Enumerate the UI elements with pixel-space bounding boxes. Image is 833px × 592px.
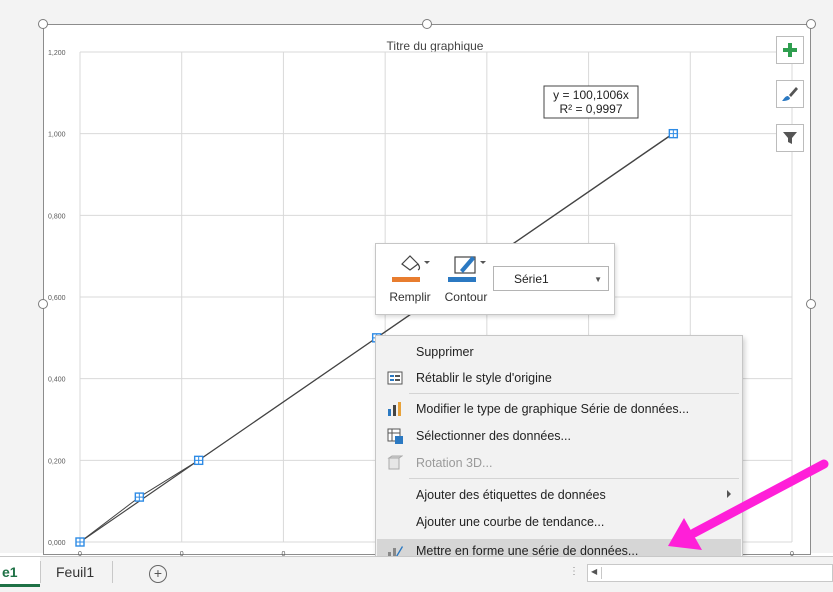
annotation-arrow: [668, 459, 829, 550]
add-sheet-button[interactable]: +: [149, 565, 167, 583]
sheet-tab-label: Feuil1: [56, 564, 95, 580]
horizontal-scrollbar[interactable]: ◀: [587, 564, 833, 582]
tab-divider: [40, 561, 41, 583]
scroll-split-dots[interactable]: ⋮: [569, 566, 579, 577]
scroll-left-icon[interactable]: ◀: [591, 567, 602, 579]
sheet-tab-active[interactable]: e1: [0, 557, 40, 587]
sheet-tab-feuil1[interactable]: Feuil1: [42, 557, 112, 587]
sheet-tab-label: e1: [2, 564, 18, 580]
tab-divider: [112, 561, 113, 583]
